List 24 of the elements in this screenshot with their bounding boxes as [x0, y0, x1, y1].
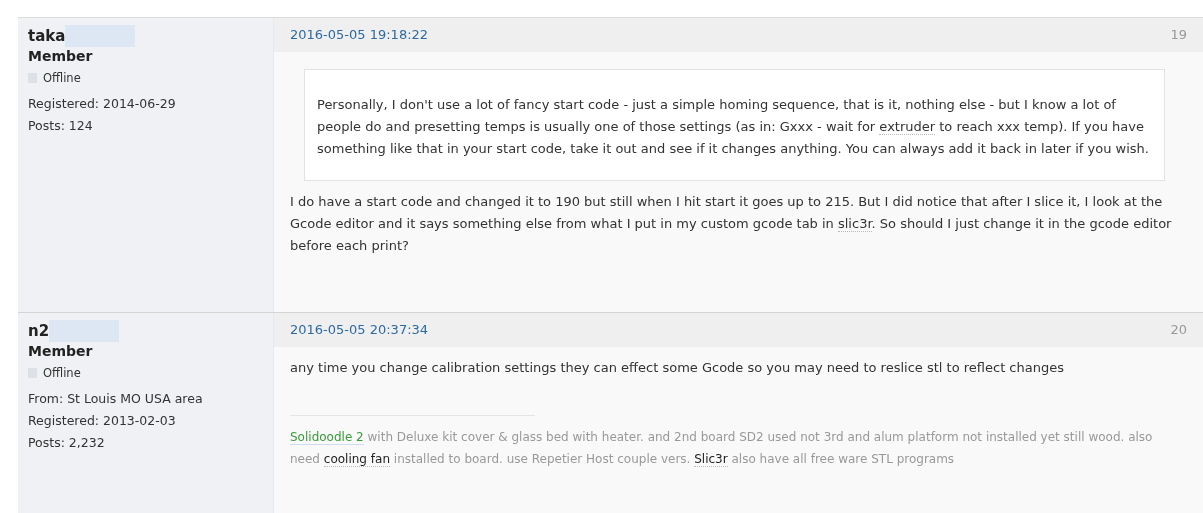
user-title: Member	[28, 342, 94, 360]
user-title: Member	[28, 47, 94, 65]
post-date-link[interactable]: 2016-05-05 20:37:34	[290, 320, 429, 340]
username[interactable]: n2	[28, 321, 50, 341]
user-detail: Posts: 2,232	[28, 434, 106, 452]
post-number: 20	[1170, 321, 1187, 340]
user-status: Offline	[43, 365, 81, 382]
text-link[interactable]: Slic3r	[694, 452, 728, 467]
post-number: 19	[1170, 26, 1187, 45]
user-detail: Registered: 2013-02-03	[28, 412, 177, 430]
text-link[interactable]: extruder	[879, 119, 936, 135]
user-detail: From: St Louis MO USA area	[28, 390, 204, 408]
post-text: I do have a start code and changed it to 190 but still when I hit start it goes up to 215. But I did notice that after I slice it, I look at the Gcode editor and it says something else from what I put in my custom gcode tab in slic3r. So should I just change it in the gcode editor before each print?	[290, 193, 1173, 255]
quote-text: Personally, I don't use a lot of fancy start code - just a simple homing sequence, that is it, nothing else - but I know a lot of people do and presetting temps is usually one of those settings (as in: Gxxx - wait for extruder to reach xxx temp). If you have something like that in your start code, take it out and see if it changes anything. You can always add it back in later if you wish.	[317, 96, 1150, 158]
signature-text: Solidoodle 2 with Deluxe kit cover & glass bed with heater. and 2nd board SD2 used not 3rd and alum platform not installed yet still wood. also need cooling fan installed to board. use Repetier Host couple vers. Slic3r also have all free ware STL programs	[290, 429, 1154, 469]
post-date-link[interactable]: 2016-05-05 19:18:22	[290, 25, 429, 45]
text-link[interactable]: slic3r	[838, 216, 872, 232]
text-link[interactable]: Solidoodle 2	[290, 430, 364, 445]
user-detail: Posts: 124	[28, 117, 94, 135]
post-text: any time you change calibration settings they can effect some Gcode so you may need to reslice stl to reflect changes	[290, 359, 1065, 377]
username[interactable]: taka	[28, 26, 66, 46]
user-status: Offline	[43, 70, 81, 87]
user-detail: Registered: 2014-06-29	[28, 95, 177, 113]
text-link[interactable]: cooling fan	[323, 452, 390, 467]
